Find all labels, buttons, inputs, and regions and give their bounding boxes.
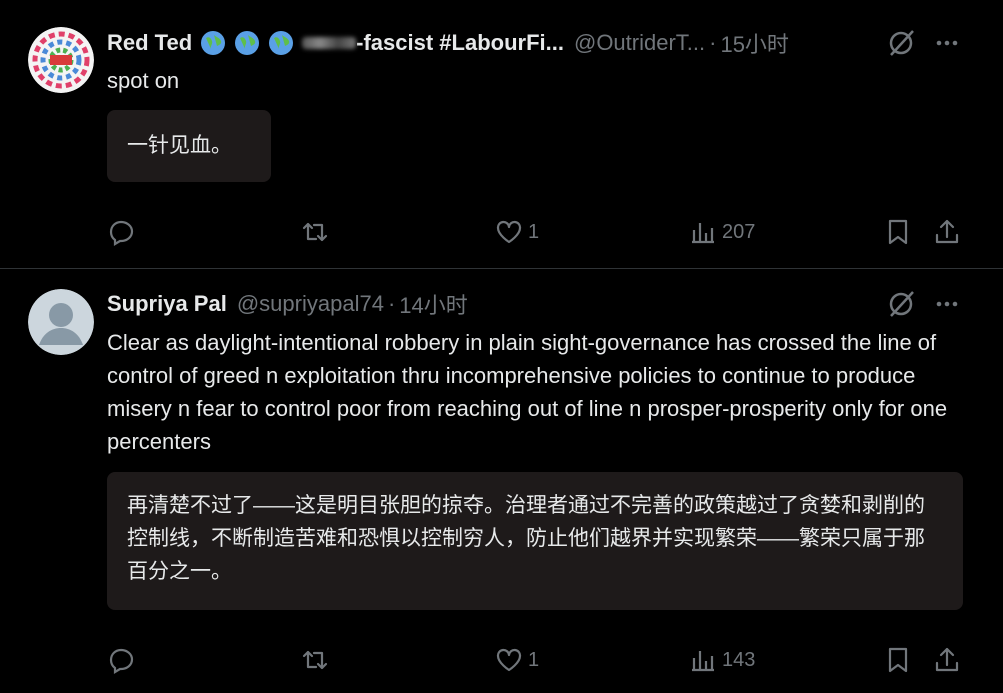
translation-box: 一针见血。: [107, 110, 271, 182]
bookmark-icon: [888, 219, 908, 245]
retweet-button[interactable]: [300, 215, 334, 249]
globe-emoji-icon: [269, 31, 294, 55]
share-button[interactable]: [932, 215, 962, 249]
views-icon: [692, 223, 714, 244]
timestamp[interactable]: 15小时: [720, 27, 788, 59]
views-icon: [692, 651, 714, 672]
tweet[interactable]: Supriya Pal @supriyapal74 · 14小时 Clear a…: [0, 269, 1003, 693]
bookmark-button[interactable]: [883, 643, 913, 677]
avatar[interactable]: [28, 27, 94, 93]
retweet-icon: [302, 222, 328, 242]
reply-button[interactable]: [107, 215, 141, 249]
like-button[interactable]: 1: [494, 643, 539, 677]
more-icon[interactable]: [932, 289, 962, 319]
tweet-text: Clear as daylight-intentional robbery in…: [107, 330, 948, 454]
bookmark-icon: [888, 647, 908, 673]
like-count: 1: [528, 648, 540, 671]
translation-box: 再清楚不过了——这是明目张胆的掠夺。治理者通过不完善的政策越过了贪婪和剥削的控制…: [107, 472, 963, 610]
timestamp[interactable]: 14小时: [399, 288, 467, 320]
globe-emoji-icon: [201, 31, 226, 55]
handle[interactable]: @supriyapal74: [237, 291, 384, 317]
separator-dot: ·: [387, 291, 396, 316]
reply-button[interactable]: [107, 643, 141, 677]
display-name-suffix[interactable]: -fascist #LabourFi...: [356, 30, 564, 56]
more-icon[interactable]: [932, 28, 962, 58]
action-bar: 1 143: [0, 643, 1003, 677]
views-count: 143: [722, 648, 756, 671]
bookmark-button[interactable]: [883, 215, 913, 249]
like-button[interactable]: 1: [494, 215, 539, 249]
globe-emoji-icon: [235, 31, 260, 55]
separator-dot: ·: [709, 30, 717, 55]
tweet-header: Supriya Pal @supriyapal74 · 14小时: [107, 287, 468, 321]
action-bar: 1 207: [0, 215, 1003, 249]
grok-icon[interactable]: [886, 289, 916, 319]
views-button[interactable]: 143: [688, 643, 755, 677]
reply-icon: [109, 648, 134, 674]
blurred-name-segment: [302, 37, 357, 49]
retweet-icon: [302, 650, 328, 670]
avatar[interactable]: [28, 289, 94, 355]
like-count: 1: [528, 220, 540, 243]
reply-icon: [109, 220, 134, 246]
views-count: 207: [722, 220, 756, 243]
display-name[interactable]: Red Ted: [107, 30, 192, 56]
share-icon: [935, 647, 959, 672]
display-name[interactable]: Supriya Pal: [107, 291, 227, 317]
views-button[interactable]: 207: [688, 215, 755, 249]
share-icon: [935, 219, 959, 244]
share-button[interactable]: [932, 643, 962, 677]
heart-icon: [496, 220, 522, 244]
tweet-header: Red Ted -fascist #LabourFi... @OutriderT…: [107, 26, 789, 60]
retweet-button[interactable]: [300, 643, 334, 677]
heart-icon: [496, 648, 522, 672]
tweet[interactable]: Red Ted -fascist #LabourFi... @OutriderT…: [0, 0, 1003, 269]
tweet-text: spot on: [107, 68, 180, 93]
handle[interactable]: @OutriderT...: [574, 30, 705, 56]
grok-icon[interactable]: [886, 28, 916, 58]
